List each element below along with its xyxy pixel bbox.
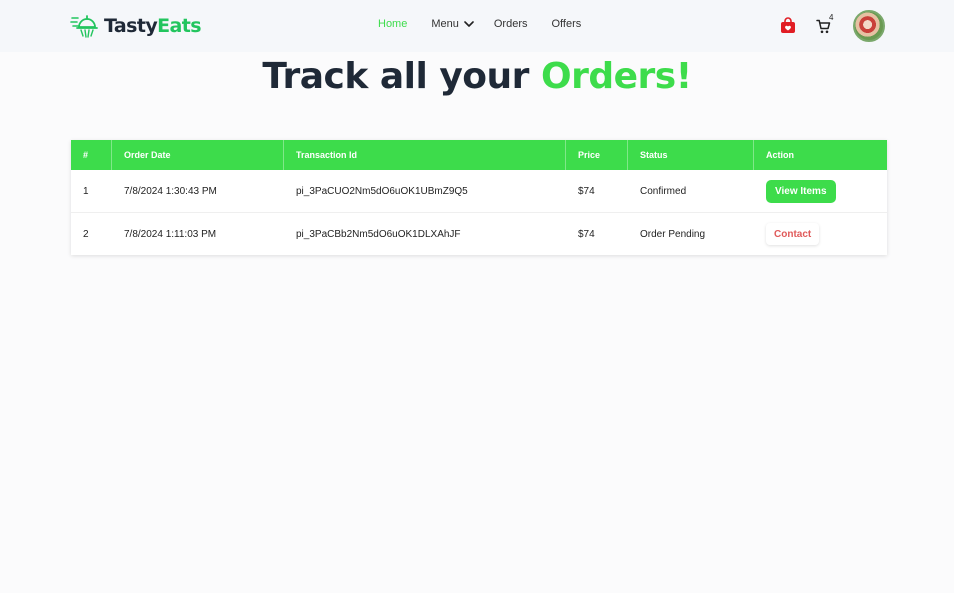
- table-row: 1 7/8/2024 1:30:43 PM pi_3PaCUO2Nm5dO6uO…: [71, 170, 887, 213]
- row-price: $74: [578, 185, 595, 197]
- nav-menu-label: Menu: [431, 18, 459, 30]
- brand[interactable]: TastyEats: [70, 11, 202, 41]
- page-title-part1: Track all your: [262, 56, 541, 97]
- row-transaction-id: pi_3PaCUO2Nm5dO6uOK1UBmZ9Q5: [296, 185, 468, 197]
- row-status: Confirmed: [640, 185, 687, 197]
- column-header-order-date: Order Date: [112, 140, 284, 170]
- nav-home-link[interactable]: Home: [378, 18, 407, 30]
- table-header: # Order Date Transaction Id Price Status…: [71, 140, 887, 170]
- avatar[interactable]: [853, 10, 885, 42]
- nav-links: Home Menu Orders Offers: [378, 18, 581, 30]
- column-header-price: Price: [566, 140, 628, 170]
- nav-offers-link[interactable]: Offers: [552, 18, 582, 30]
- brand-name: TastyEats: [104, 15, 202, 37]
- nav-orders-link[interactable]: Orders: [494, 18, 528, 30]
- navbar: TastyEats Home Menu Orders Offers 4: [0, 0, 954, 52]
- page-title-part2: Orders!: [540, 56, 692, 97]
- row-status: Order Pending: [640, 228, 706, 240]
- cart-button[interactable]: 4: [816, 13, 836, 34]
- table-row: 2 7/8/2024 1:11:03 PM pi_3PaCBb2Nm5dO6uO…: [71, 213, 887, 255]
- shopping-bag-icon[interactable]: [780, 17, 796, 34]
- column-header-status: Status: [628, 140, 754, 170]
- cart-count-badge: 4: [829, 13, 834, 22]
- page-title: Track all your Orders!: [0, 56, 954, 97]
- view-items-button[interactable]: View Items: [766, 179, 836, 203]
- orders-table: # Order Date Transaction Id Price Status…: [71, 140, 887, 255]
- contact-button[interactable]: Contact: [766, 223, 820, 245]
- row-action: View Items: [754, 170, 887, 212]
- chevron-down-icon: [464, 21, 474, 27]
- row-transaction-id: pi_3PaCBb2Nm5dO6uOK1DLXAhJF: [296, 228, 461, 240]
- row-index: 2: [83, 228, 89, 240]
- column-header-index: #: [71, 140, 112, 170]
- row-action: Contact: [754, 213, 887, 255]
- brand-name-part2: Eats: [157, 15, 201, 37]
- row-index: 1: [83, 185, 89, 197]
- column-header-transaction-id: Transaction Id: [284, 140, 566, 170]
- row-order-date: 7/8/2024 1:11:03 PM: [124, 228, 217, 240]
- cloche-logo-icon: [70, 15, 98, 38]
- nav-menu-dropdown[interactable]: Menu: [431, 18, 474, 30]
- row-order-date: 7/8/2024 1:30:43 PM: [124, 185, 217, 197]
- brand-name-part1: Tasty: [104, 15, 158, 37]
- column-header-action: Action: [766, 150, 794, 160]
- row-price: $74: [578, 228, 595, 240]
